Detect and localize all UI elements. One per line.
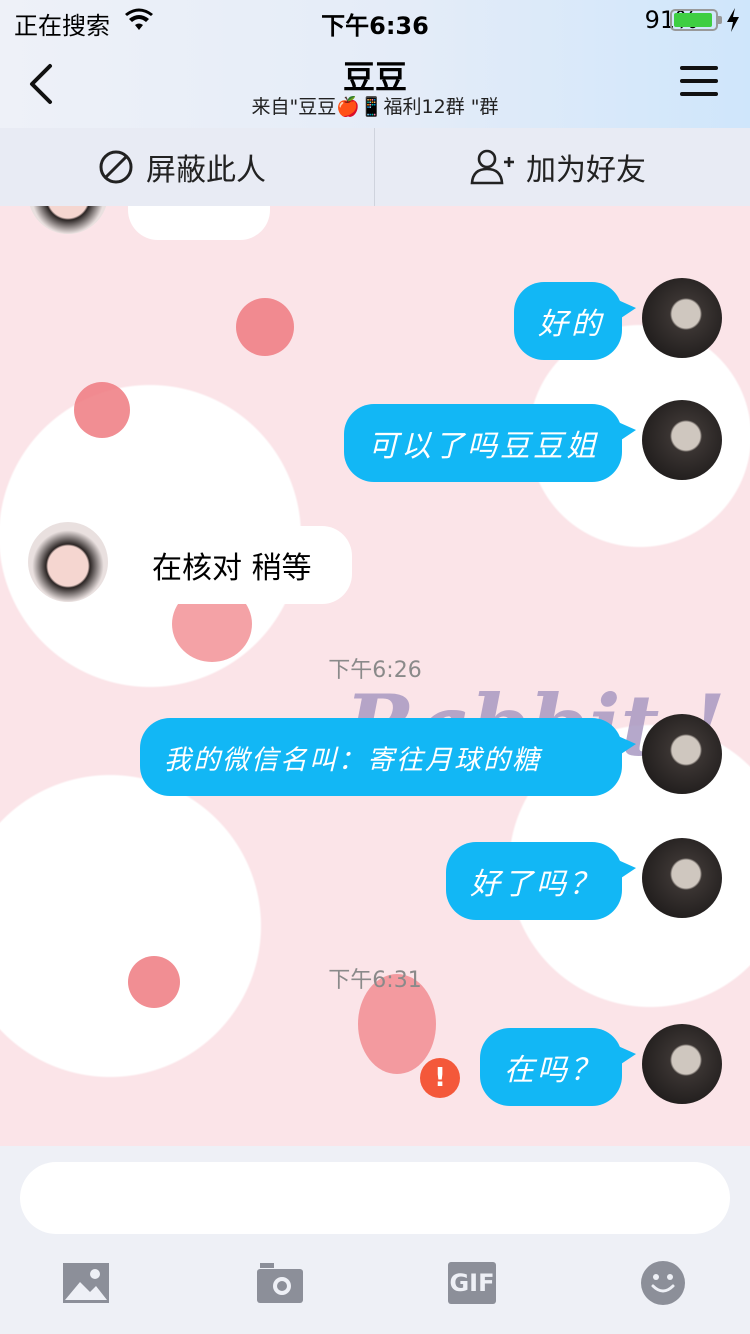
camera-icon[interactable] <box>256 1262 304 1304</box>
message-bubble-incoming[interactable]: 在核对 稍等 <box>114 526 352 604</box>
my-avatar[interactable] <box>642 1024 722 1104</box>
gif-label: GIF <box>449 1269 495 1297</box>
sender-avatar[interactable] <box>28 206 108 234</box>
top-bar: 正在搜索 下午6:36 91% 豆豆 来自"豆豆🍎📱福利12群 "群 <box>0 0 750 128</box>
sender-avatar[interactable] <box>28 522 108 602</box>
message-bubble-outgoing[interactable]: 好了吗？ <box>446 842 636 920</box>
my-avatar[interactable] <box>642 838 722 918</box>
background-decoration <box>236 298 294 356</box>
status-time: 下午6:36 <box>321 12 429 40</box>
message-bubble-outgoing[interactable]: 我的微信名叫：寄往月球的糖 <box>140 718 636 796</box>
input-bar: GIF <box>0 1146 750 1334</box>
action-bar: 屏蔽此人 加为好友 <box>0 128 750 207</box>
chat-area[interactable]: Rabbit ! 好的 可以了吗豆豆姐 在核对 稍等 下午6:26 我的微信名叫… <box>0 206 750 1146</box>
image-icon[interactable] <box>62 1262 110 1304</box>
message-bubble-outgoing[interactable]: 可以了吗豆豆姐 <box>344 404 636 482</box>
my-avatar[interactable] <box>642 400 722 480</box>
menu-icon[interactable] <box>680 66 718 100</box>
add-friend-label: 加为好友 <box>526 153 646 188</box>
message-timestamp: 下午6:26 <box>328 658 422 683</box>
block-user-button[interactable]: 屏蔽此人 <box>98 128 266 206</box>
message-bubble-outgoing[interactable]: 在吗？ <box>480 1028 636 1106</box>
block-user-label: 屏蔽此人 <box>146 153 266 188</box>
my-avatar[interactable] <box>642 714 722 794</box>
background-decoration <box>74 382 130 438</box>
action-divider <box>374 128 375 206</box>
chat-subtitle: 来自"豆豆🍎📱福利12群 "群 <box>251 96 499 118</box>
add-friend-icon <box>470 149 514 185</box>
send-failed-icon[interactable]: ! <box>420 1058 460 1098</box>
battery-icon <box>670 9 722 31</box>
gif-icon[interactable]: GIF <box>448 1262 496 1304</box>
block-icon <box>99 150 133 184</box>
add-friend-button[interactable]: 加为好友 <box>470 128 646 206</box>
message-input[interactable] <box>20 1162 730 1234</box>
status-bar: 正在搜索 下午6:36 91% <box>0 0 750 40</box>
charging-icon <box>727 8 739 32</box>
message-bubble-outgoing[interactable]: 好的 <box>514 282 636 360</box>
emoji-icon[interactable] <box>640 1260 686 1306</box>
my-avatar[interactable] <box>642 278 722 358</box>
message-timestamp: 下午6:31 <box>328 968 422 993</box>
message-bubble-partial <box>128 206 270 240</box>
